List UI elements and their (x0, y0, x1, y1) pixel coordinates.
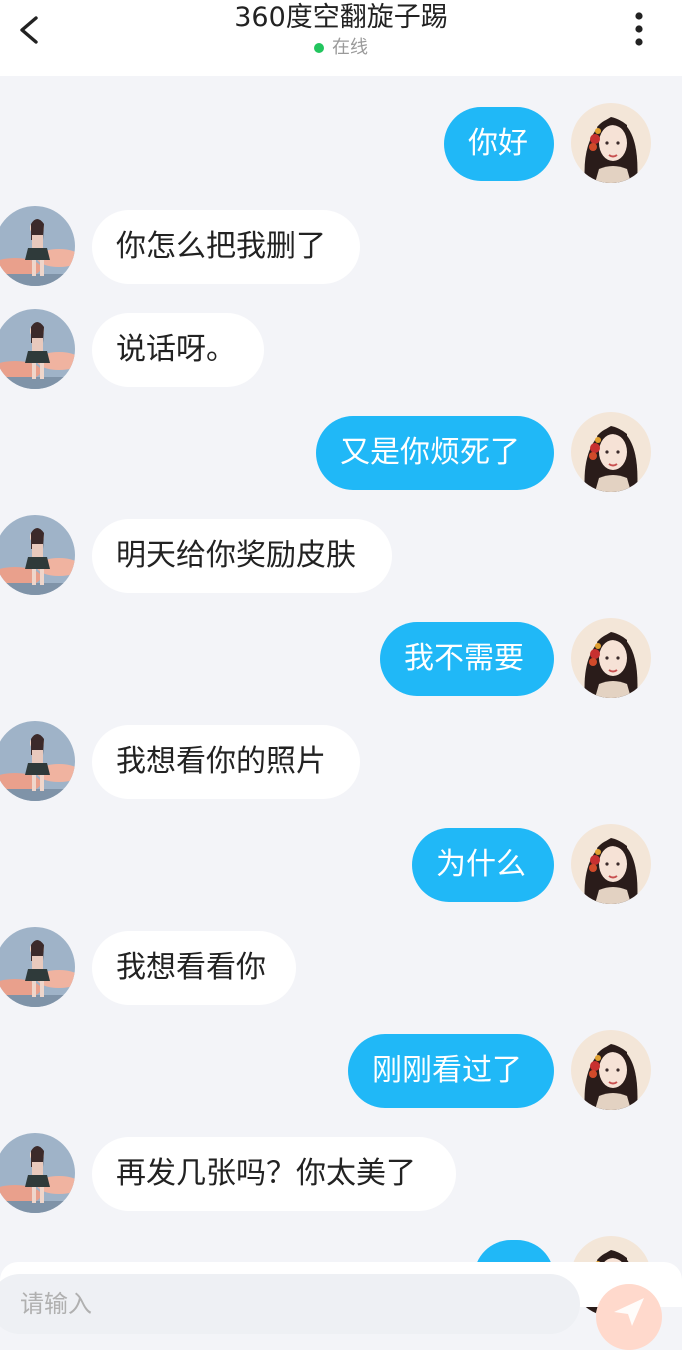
my-avatar[interactable] (571, 618, 651, 698)
message-row-outgoing: 为什么 (0, 824, 682, 904)
message-row-outgoing: 你好 (0, 103, 682, 183)
message-row-outgoing: 刚刚看过了 (0, 1030, 682, 1110)
outgoing-bubble[interactable]: 刚刚看过了 (348, 1034, 554, 1108)
outgoing-bubble[interactable]: 又是你烦死了 (316, 416, 554, 490)
send-button[interactable] (596, 1284, 662, 1350)
contact-avatar[interactable] (0, 927, 75, 1007)
status-row: 在线 (314, 36, 368, 60)
contact-avatar[interactable] (0, 1133, 75, 1213)
incoming-bubble[interactable]: 你怎么把我删了 (92, 210, 360, 284)
incoming-bubble[interactable]: 我想看看你 (92, 931, 296, 1005)
message-row-incoming: 说话呀。 (0, 309, 682, 389)
message-row-incoming: 明天给你奖励皮肤 (0, 515, 682, 595)
incoming-bubble[interactable]: 我想看你的照片 (92, 725, 360, 799)
paper-plane-icon (614, 1298, 644, 1326)
message-input[interactable] (0, 1274, 580, 1334)
vertical-dots-icon[interactable] (624, 10, 654, 50)
composer-bar (0, 1262, 682, 1350)
title-block: 360度空翻旋子踢 在线 (0, 0, 682, 60)
message-row-outgoing: 我不需要 (0, 618, 682, 698)
chat-title: 360度空翻旋子踢 (234, 2, 448, 33)
chat-header: 360度空翻旋子踢 在线 (0, 0, 682, 76)
incoming-bubble[interactable]: 说话呀。 (92, 313, 264, 387)
message-row-outgoing: 又是你烦死了 (0, 412, 682, 492)
my-avatar[interactable] (571, 824, 651, 904)
my-avatar[interactable] (571, 1030, 651, 1110)
message-row-incoming: 我想看看你 (0, 927, 682, 1007)
contact-avatar[interactable] (0, 721, 75, 801)
contact-avatar[interactable] (0, 515, 75, 595)
outgoing-bubble[interactable]: 你好 (444, 107, 554, 181)
status-text: 在线 (332, 37, 368, 58)
message-row-incoming: 再发几张吗？你太美了 (0, 1133, 682, 1213)
message-row-incoming: 你怎么把我删了 (0, 206, 682, 286)
outgoing-bubble[interactable]: 我不需要 (380, 622, 554, 696)
my-avatar[interactable] (571, 103, 651, 183)
outgoing-bubble[interactable]: 为什么 (412, 828, 554, 902)
my-avatar[interactable] (571, 412, 651, 492)
incoming-bubble[interactable]: 明天给你奖励皮肤 (92, 519, 392, 593)
contact-avatar[interactable] (0, 206, 75, 286)
message-row-incoming: 我想看你的照片 (0, 721, 682, 801)
contact-avatar[interactable] (0, 309, 75, 389)
incoming-bubble[interactable]: 再发几张吗？你太美了 (92, 1137, 456, 1211)
online-dot-icon (314, 43, 324, 53)
